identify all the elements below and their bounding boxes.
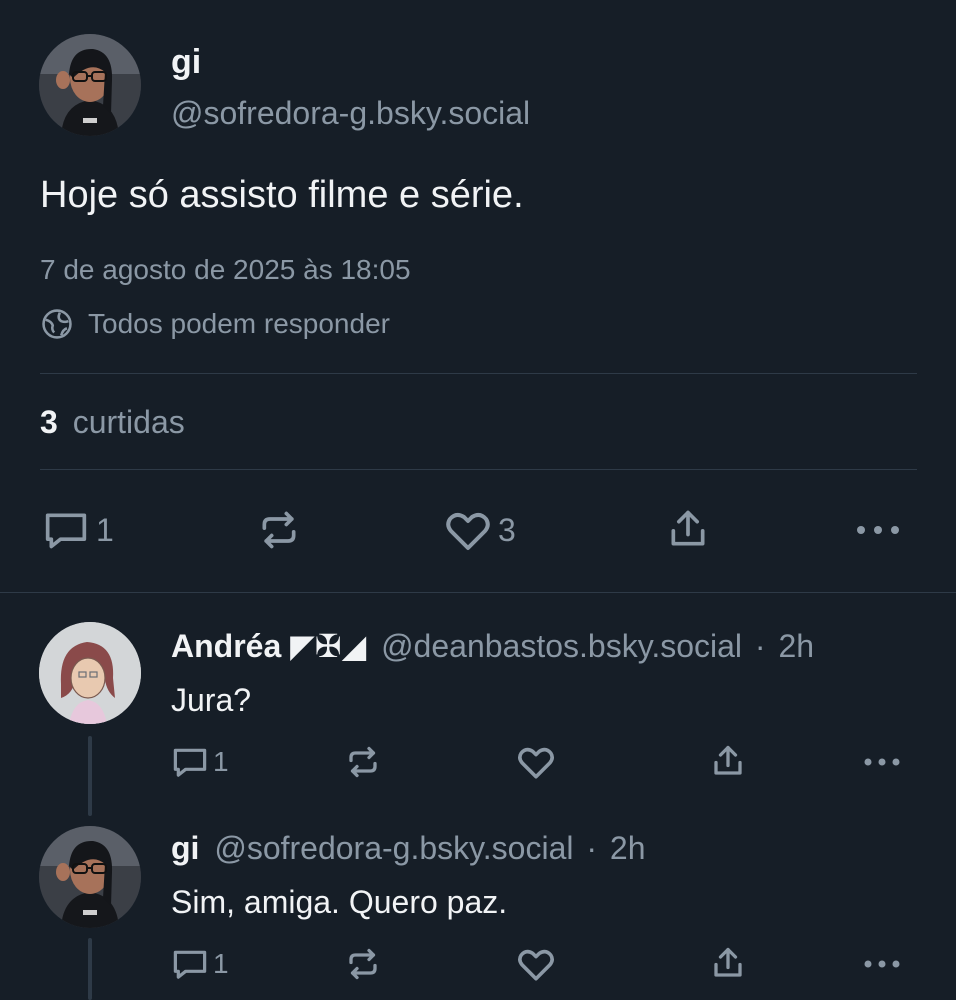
reply-button[interactable]: 1 — [42, 508, 114, 552]
reply-avatar[interactable] — [39, 622, 141, 724]
reply-text: Jura? — [171, 682, 252, 718]
like-button[interactable] — [516, 744, 556, 780]
like-icon — [516, 744, 556, 780]
reply-icon — [171, 744, 209, 780]
repost-icon — [256, 508, 302, 552]
reply-author-name[interactable]: gi — [171, 830, 199, 866]
reply-author-handle[interactable]: @deanbastos.bsky.social — [381, 628, 742, 664]
reply-button[interactable]: 1 — [171, 946, 229, 982]
more-options-button[interactable] — [862, 752, 902, 772]
reply-count: 1 — [213, 948, 229, 979]
reply-text: Sim, amiga. Quero paz. — [171, 884, 508, 920]
more-icon — [862, 752, 902, 772]
share-icon — [710, 944, 746, 982]
like-count: 3 — [498, 511, 516, 548]
share-icon — [710, 742, 746, 780]
reply-separator: · — [586, 830, 598, 866]
like-icon — [444, 508, 492, 552]
share-button[interactable] — [710, 944, 746, 982]
more-icon — [862, 954, 902, 974]
like-button[interactable] — [516, 946, 556, 982]
share-icon — [666, 506, 710, 552]
repost-button[interactable] — [344, 946, 382, 982]
reply-time[interactable]: 2h — [778, 628, 814, 664]
author-avatar[interactable] — [39, 34, 141, 136]
globe-icon — [40, 307, 74, 341]
reply-header: Andréa ◤✠◢ @deanbastos.bsky.social · 2h — [171, 626, 814, 666]
reply-icon — [171, 946, 209, 982]
likes-label: curtidas — [72, 404, 185, 440]
reply-icon — [42, 508, 90, 552]
author-name[interactable]: gi — [171, 40, 201, 84]
more-options-button[interactable] — [862, 954, 902, 974]
reply-setting-label: Todos podem responder — [88, 308, 390, 339]
repost-icon — [344, 946, 382, 982]
more-icon — [854, 518, 902, 542]
reply-avatar[interactable] — [39, 826, 141, 928]
repost-icon — [344, 744, 382, 780]
share-button[interactable] — [710, 742, 746, 780]
post-text: Hoje só assisto filme e série. — [40, 174, 524, 216]
author-handle[interactable]: @sofredora-g.bsky.social — [171, 92, 530, 134]
thread-line — [88, 938, 92, 1000]
reply-separator: · — [754, 628, 766, 664]
likes-summary[interactable]: 3 curtidas — [40, 402, 185, 442]
reply-time[interactable]: 2h — [610, 830, 646, 866]
divider — [40, 373, 917, 374]
reply-setting: Todos podem responder — [40, 306, 390, 342]
repost-button[interactable] — [344, 744, 382, 780]
like-icon — [516, 946, 556, 982]
reply-count: 1 — [96, 511, 114, 548]
thread-line — [88, 736, 92, 816]
likes-count: 3 — [40, 404, 58, 440]
reply-author-handle[interactable]: @sofredora-g.bsky.social — [214, 830, 573, 866]
post-timestamp: 7 de agosto de 2025 às 18:05 — [40, 254, 411, 285]
like-button[interactable]: 3 — [444, 508, 516, 552]
reply-author-name[interactable]: Andréa ◤✠◢ — [171, 628, 366, 664]
reply-button[interactable]: 1 — [171, 744, 229, 780]
share-button[interactable] — [666, 506, 710, 552]
divider — [0, 592, 956, 593]
divider — [40, 469, 917, 470]
reply-count: 1 — [213, 746, 229, 777]
reply-header: gi @sofredora-g.bsky.social · 2h — [171, 828, 646, 868]
more-options-button[interactable] — [854, 518, 902, 542]
repost-button[interactable] — [256, 508, 302, 552]
